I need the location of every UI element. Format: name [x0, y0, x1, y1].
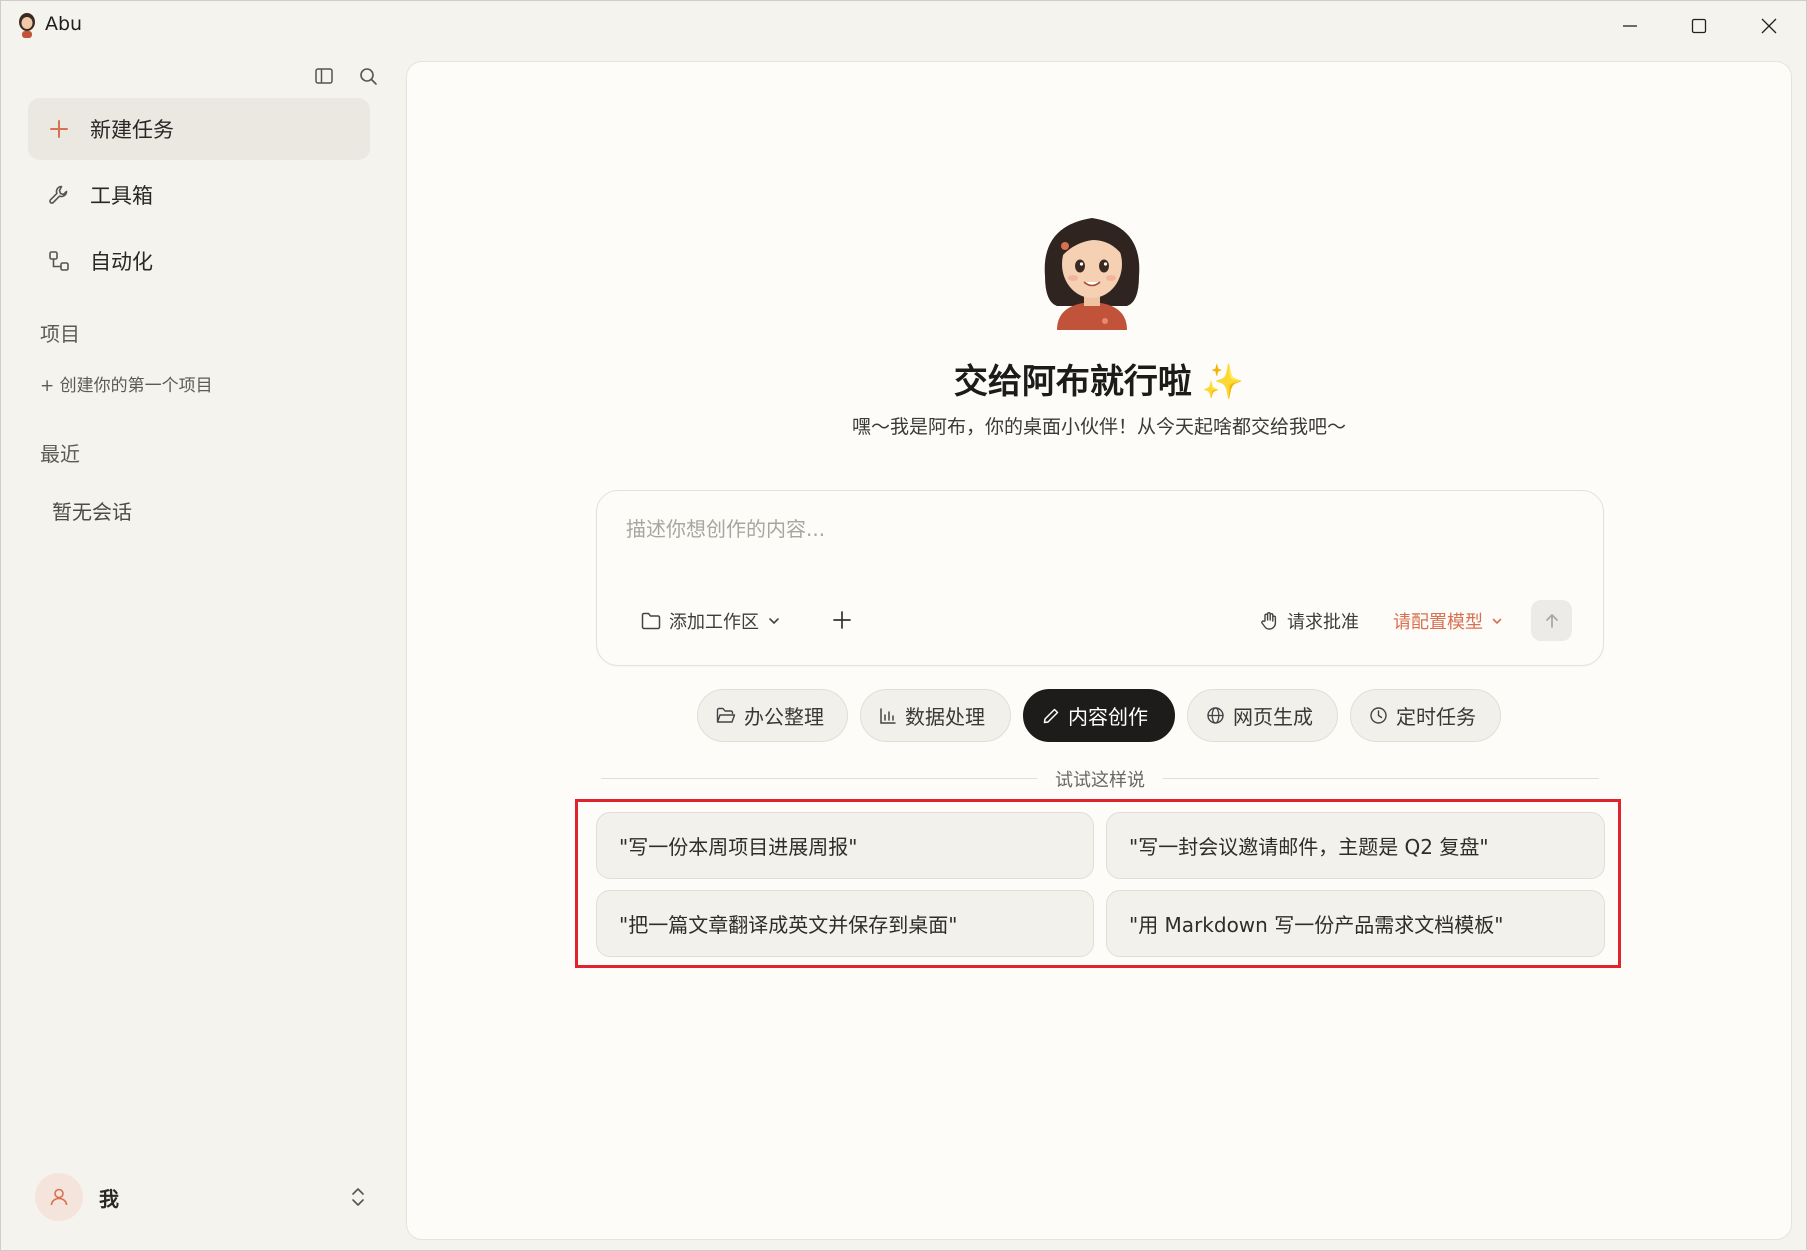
sidebar: 新建任务 工具箱 自动化 项目 + 创建你的第一个项目 最近 暂无会话 我: [1, 51, 405, 1251]
abu-avatar: [1044, 218, 1140, 330]
request-approval-button[interactable]: 请求批准: [1259, 608, 1359, 634]
tab-web[interactable]: 网页生成: [1187, 689, 1338, 742]
maximize-icon: [1691, 18, 1707, 34]
create-project-link[interactable]: + 创建你的第一个项目: [40, 371, 213, 396]
nav-label: 工具箱: [90, 184, 153, 208]
sparkle-icon: ✨: [1201, 362, 1245, 402]
sidebar-toggle-icon[interactable]: [311, 63, 337, 89]
tab-office[interactable]: 办公整理: [697, 689, 848, 742]
suggestion-card[interactable]: "写一封会议邀请邮件，主题是 Q2 复盘": [1106, 812, 1605, 879]
suggestion-card[interactable]: "把一篇文章翻译成英文并保存到桌面": [596, 890, 1094, 957]
recent-heading: 最近: [40, 442, 80, 466]
workflow-icon: [28, 249, 90, 273]
user-menu[interactable]: 我: [35, 1173, 370, 1221]
avatar: [35, 1173, 83, 1221]
wrench-icon: [28, 183, 90, 207]
nav-automation[interactable]: 自动化: [28, 230, 370, 292]
tab-label: 办公整理: [744, 705, 824, 729]
app-logo-icon: [19, 13, 35, 38]
app-title: Abu: [45, 13, 83, 35]
tab-label: 定时任务: [1396, 705, 1476, 729]
minimize-icon: [1623, 25, 1637, 27]
tab-label: 数据处理: [905, 705, 985, 729]
nav-toolbox[interactable]: 工具箱: [28, 164, 370, 226]
tab-label: 内容创作: [1068, 705, 1148, 729]
add-workspace-button[interactable]: 添加工作区: [641, 608, 781, 634]
send-button[interactable]: [1531, 600, 1572, 641]
add-attachment-button[interactable]: [830, 608, 854, 632]
bar-chart-icon: [880, 707, 896, 724]
projects-heading: 项目: [40, 322, 80, 346]
title-bar: Abu: [1, 1, 1806, 51]
prompt-composer: 添加工作区 请求批准 请配置模型: [596, 490, 1604, 666]
folder-open-icon: [716, 707, 736, 723]
suggestion-card[interactable]: "用 Markdown 写一份产品需求文档模板": [1106, 890, 1605, 957]
tab-data[interactable]: 数据处理: [860, 689, 1011, 742]
plus-icon: [28, 118, 90, 140]
add-workspace-label: 添加工作区: [669, 612, 759, 633]
sidebar-top-icons: [311, 63, 381, 89]
plus-icon: [833, 611, 851, 629]
pen-icon: [1043, 708, 1059, 723]
tab-label: 网页生成: [1233, 705, 1313, 729]
chevron-up-down-icon[interactable]: [346, 1185, 370, 1209]
folder-icon: [641, 612, 661, 630]
tab-schedule[interactable]: 定时任务: [1350, 689, 1501, 742]
hero-title: 交给阿布就行啦 ✨: [407, 354, 1791, 403]
chevron-down-icon: [1492, 618, 1502, 625]
hand-icon: [1261, 612, 1277, 630]
hero-title-text: 交给阿布就行啦: [953, 362, 1192, 402]
chevron-down-icon: [769, 618, 779, 625]
request-approval-label: 请求批准: [1287, 612, 1359, 633]
suggestion-card[interactable]: "写一份本周项目进展周报": [596, 812, 1094, 879]
prompt-input[interactable]: [626, 517, 1526, 541]
nav-new-task[interactable]: 新建任务: [28, 98, 370, 160]
configure-model-button[interactable]: 请配置模型: [1393, 608, 1503, 634]
clock-icon: [1370, 707, 1387, 724]
divider-line: [1163, 778, 1599, 779]
recent-empty-text: 暂无会话: [52, 500, 132, 524]
suggestions-heading: 试试这样说: [1055, 770, 1145, 791]
minimize-button[interactable]: [1595, 1, 1665, 51]
user-icon: [50, 1188, 68, 1206]
main-panel: 交给阿布就行啦✨ 嘿～我是阿布，你的桌面小伙伴！从今天起啥都交给我吧～ 添加工作…: [406, 61, 1792, 1240]
user-name: 我: [99, 1186, 119, 1211]
search-icon[interactable]: [355, 63, 381, 89]
hero-subtitle: 嘿～我是阿布，你的桌面小伙伴！从今天起啥都交给我吧～: [851, 416, 1346, 438]
suggestions-divider: 试试这样说: [601, 766, 1599, 791]
arrow-up-icon: [1545, 613, 1558, 628]
configure-model-label: 请配置模型: [1393, 612, 1483, 633]
close-button[interactable]: [1734, 1, 1804, 51]
category-tabs: 办公整理 数据处理 内容创作 网页生成 定时任务: [407, 689, 1791, 742]
close-icon: [1761, 18, 1777, 34]
maximize-button[interactable]: [1664, 1, 1734, 51]
globe-icon: [1207, 707, 1224, 724]
app-window: Abu 新建任务 工具箱 自动化 项目 + 创建你的第一个项目 最近 暂无会话 …: [0, 0, 1807, 1251]
tab-content[interactable]: 内容创作: [1023, 689, 1175, 742]
nav-label: 自动化: [90, 250, 153, 274]
nav-label: 新建任务: [90, 118, 174, 142]
